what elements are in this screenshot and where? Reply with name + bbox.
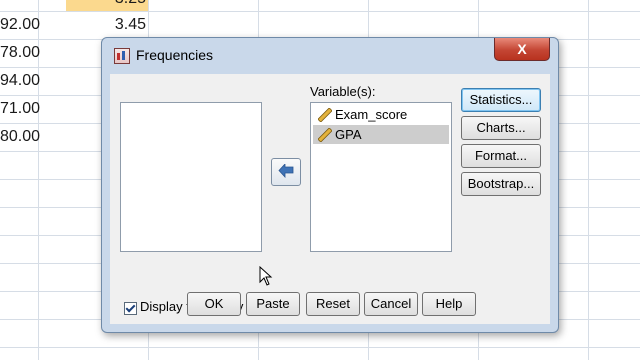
dialog-title: Frequencies — [136, 47, 214, 63]
scale-ruler-icon — [318, 108, 332, 122]
variables-label: Variable(s): — [310, 84, 376, 99]
mouse-pointer-icon — [259, 266, 273, 286]
ok-button[interactable]: OK — [187, 292, 241, 316]
cell-value[interactable]: 94.00 — [0, 72, 40, 90]
cell-value[interactable]: 3.45 — [66, 16, 146, 34]
cell-value[interactable]: 3.25 — [66, 0, 146, 8]
cell-value[interactable]: 80.00 — [0, 128, 40, 146]
move-variable-button[interactable] — [271, 158, 301, 186]
selected-variable-list[interactable]: Exam_score GPA — [310, 102, 452, 252]
dialog-titlebar[interactable]: Frequencies X — [102, 38, 558, 72]
frequencies-dialog: Frequencies X Variable(s): Exam_score GP… — [101, 37, 559, 333]
statistics-button[interactable]: Statistics... — [461, 88, 541, 112]
source-variable-list[interactable] — [120, 102, 262, 252]
list-item[interactable]: GPA — [313, 125, 449, 144]
cell-value[interactable]: 92.00 — [0, 16, 40, 34]
scale-ruler-icon — [318, 128, 332, 142]
spss-app-icon — [114, 48, 130, 64]
cancel-button[interactable]: Cancel — [364, 292, 418, 316]
display-frequency-tables-checkbox[interactable] — [124, 302, 137, 315]
close-button[interactable]: X — [494, 38, 550, 61]
variable-name: Exam_score — [335, 107, 408, 122]
list-item[interactable]: Exam_score — [313, 105, 449, 124]
charts-button[interactable]: Charts... — [461, 116, 541, 140]
reset-button[interactable]: Reset — [306, 292, 360, 316]
variable-name: GPA — [335, 127, 362, 142]
help-button[interactable]: Help — [422, 292, 476, 316]
grid-line — [0, 11, 640, 12]
format-button[interactable]: Format... — [461, 144, 541, 168]
bootstrap-button[interactable]: Bootstrap... — [461, 172, 541, 196]
grid-line — [588, 0, 589, 360]
cell-value[interactable]: 71.00 — [0, 100, 40, 118]
paste-button[interactable]: Paste — [246, 292, 300, 316]
arrow-left-icon — [278, 164, 294, 178]
cell-value[interactable]: 78.00 — [0, 44, 40, 62]
grid-line — [0, 347, 640, 348]
dialog-body: Variable(s): Exam_score GPA Statistics..… — [110, 74, 550, 324]
